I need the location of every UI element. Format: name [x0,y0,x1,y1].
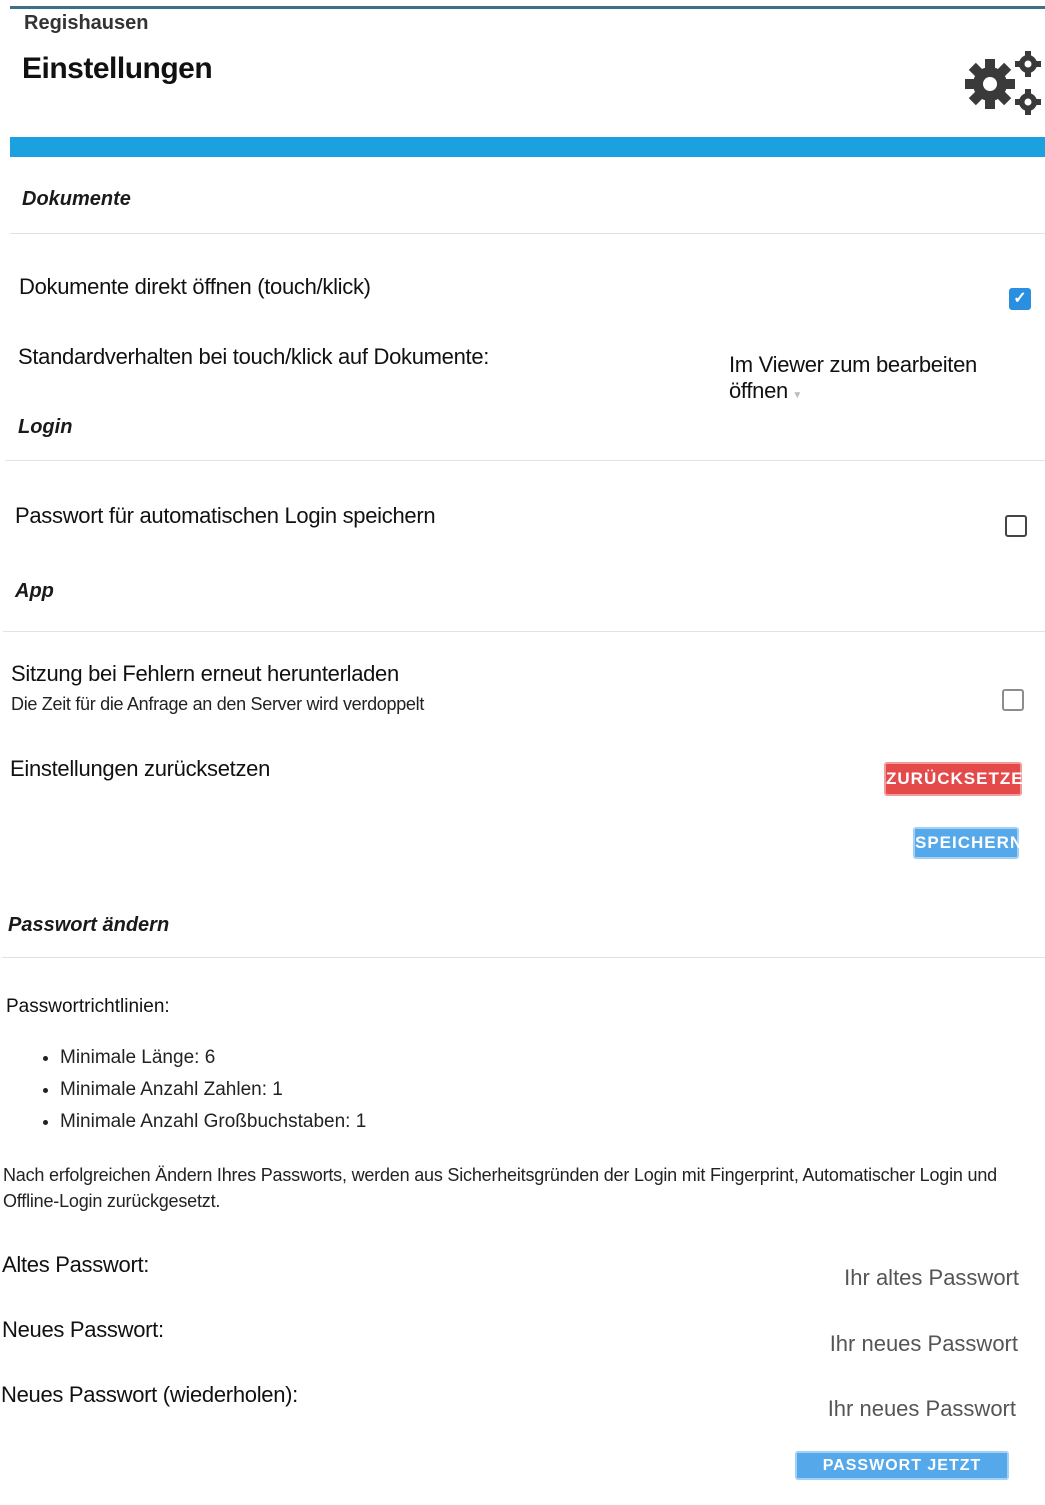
policy-item: Minimale Anzahl Großbuchstaben: 1 [60,1106,366,1138]
reset-button[interactable]: ZURÜCKSETZEN [884,762,1036,796]
old-password-label: Altes Passwort: [2,1252,150,1277]
page-title: Einstellungen [22,52,213,85]
divider [3,631,1045,632]
repeat-password-input[interactable] [734,1395,1018,1423]
divider [10,233,1045,234]
save-password-label: Passwort für automatischen Login speiche… [15,503,436,528]
change-password-button[interactable]: PASSWORT JETZT ÄNDERN [795,1451,1009,1500]
policy-item: Minimale Länge: 6 [60,1042,366,1074]
section-title-app: App [15,580,54,602]
section-title-login: Login [18,416,73,438]
gears-icon [960,48,1045,118]
top-border-line [10,6,1045,9]
divider [5,460,1045,461]
password-info-text: Nach erfolgreichen Ändern Ihres Passwort… [3,1165,997,1211]
retry-label: Sitzung bei Fehlern erneut herunterladen [11,661,399,686]
section-title-password: Passwort ändern [8,914,170,936]
open-direct-label: Dokumente direkt öffnen (touch/klick) [19,274,371,299]
section-title-documents: Dokumente [22,188,131,210]
policy-item: Minimale Anzahl Zahlen: 1 [60,1074,366,1106]
password-policy-heading: Passwortrichtlinien: [6,996,170,1017]
default-behavior-select[interactable]: Im Viewer zum bearbeiten öffnen ▼ [729,352,1029,403]
app-name: Regishausen [24,12,149,34]
accent-bar [10,137,1045,157]
new-password-input[interactable] [736,1330,1020,1358]
save-button[interactable]: SPEICHERN [913,827,1022,859]
open-direct-checkbox[interactable]: ✓ [1009,288,1031,310]
new-password-label: Neues Passwort: [2,1317,164,1342]
password-policy-list: Minimale Länge: 6 Minimale Anzahl Zahlen… [30,1042,366,1138]
default-behavior-label: Standardverhalten bei touch/klick auf Do… [18,344,490,369]
save-password-checkbox[interactable] [1005,515,1027,537]
retry-description: Die Zeit für die Anfrage an den Server w… [11,694,425,714]
divider [2,957,1045,958]
retry-checkbox[interactable] [1002,689,1024,711]
default-behavior-value: Im Viewer zum bearbeiten öffnen [729,352,977,403]
old-password-input[interactable] [737,1264,1021,1292]
repeat-password-label: Neues Passwort (wiederholen): [1,1382,298,1407]
reset-settings-label: Einstellungen zurücksetzen [10,756,271,781]
dropdown-caret-icon: ▼ [792,390,803,401]
